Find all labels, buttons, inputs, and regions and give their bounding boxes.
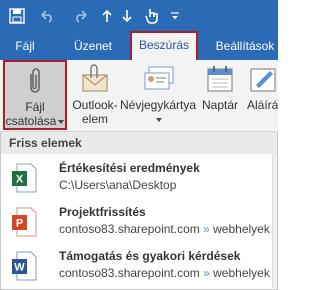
recent-items-header: Friss elemek	[1, 132, 277, 154]
attach-file-label-line2: csatolása	[5, 114, 57, 128]
list-item[interactable]: X Értékesítési eredmények C:\Users\ana\D…	[1, 156, 277, 200]
outlook-item-button[interactable]: Outlook- elem	[70, 60, 120, 130]
path-separator: »	[203, 266, 210, 280]
recent-item-path: contoso83.sharepoint.com » webhelyek	[59, 222, 270, 236]
tab-insert[interactable]: Beszúrás	[130, 31, 198, 60]
attach-file-label-line1: Fájl	[25, 100, 45, 114]
recent-item-path-tail: webhelyek	[213, 222, 270, 236]
path-separator: »	[203, 222, 210, 236]
chevron-down-icon	[156, 117, 162, 122]
chevron-down-icon	[58, 119, 65, 124]
recent-item-path-tail: webhelyek	[213, 266, 270, 280]
paperclip-icon	[24, 66, 46, 99]
excel-file-icon: X	[11, 163, 37, 193]
signature-button[interactable]: Aláírás	[244, 60, 278, 130]
quick-access-toolbar	[0, 0, 278, 32]
calendar-button[interactable]: Naptár	[198, 60, 242, 130]
list-item[interactable]: P Projektfrissítés contoso83.sharepoint.…	[1, 200, 277, 244]
recent-item-title: Támogatás és gyakori kérdések	[59, 249, 241, 263]
powerpoint-file-icon: P	[11, 207, 37, 237]
signature-pen-icon	[250, 65, 278, 96]
save-icon[interactable]	[8, 6, 26, 26]
business-card-icon	[144, 66, 174, 95]
tab-file[interactable]: Fájl	[8, 32, 42, 60]
recent-item-path-host: contoso83.sharepoint.com	[59, 222, 200, 236]
recent-item-path: C:\Users\ana\Desktop	[59, 178, 177, 192]
customize-toolbar-icon[interactable]	[168, 6, 182, 26]
recent-item-path: contoso83.sharepoint.com » webhelyek	[59, 266, 270, 280]
business-card-label: Névjegykártya	[120, 98, 197, 112]
outlook-item-label-line2: elem	[81, 112, 108, 126]
business-card-button[interactable]: Névjegykártya	[120, 60, 196, 130]
undo-icon[interactable]	[38, 6, 56, 26]
recent-item-title: Értékesítési eredmények	[59, 161, 200, 175]
calendar-label: Naptár	[201, 98, 239, 112]
ribbon: Fájl csatolása Outlook- elem Névjegykárt…	[0, 60, 278, 132]
redo-icon[interactable]	[72, 6, 90, 26]
outlook-item-label-line1: Outlook-	[72, 98, 118, 112]
calendar-icon	[207, 65, 233, 96]
attach-file-button[interactable]: Fájl csatolása	[3, 60, 67, 130]
recent-item-title: Projektfrissítés	[59, 205, 146, 219]
tab-message[interactable]: Üzenet	[66, 32, 120, 60]
svg-text:X: X	[16, 174, 24, 186]
touch-mode-icon[interactable]	[143, 6, 161, 26]
recent-item-path-host: contoso83.sharepoint.com	[59, 266, 200, 280]
list-item[interactable]: W Támogatás és gyakori kérdések contoso8…	[1, 244, 277, 288]
recent-items-dropdown: Friss elemek X Értékesítési eredmények C…	[0, 132, 278, 290]
scrollbar[interactable]	[272, 154, 277, 288]
ribbon-tabs: Fájl Üzenet Beszúrás Beállítások	[0, 31, 278, 60]
svg-text:W: W	[14, 262, 25, 274]
down-arrow-icon[interactable]	[120, 6, 134, 26]
svg-text:P: P	[16, 218, 23, 230]
signature-label: Aláírás	[247, 98, 278, 112]
envelope-clip-icon	[81, 64, 109, 97]
up-arrow-icon[interactable]	[100, 6, 114, 26]
word-file-icon: W	[11, 251, 37, 281]
tab-options[interactable]: Beállítások	[212, 32, 278, 60]
